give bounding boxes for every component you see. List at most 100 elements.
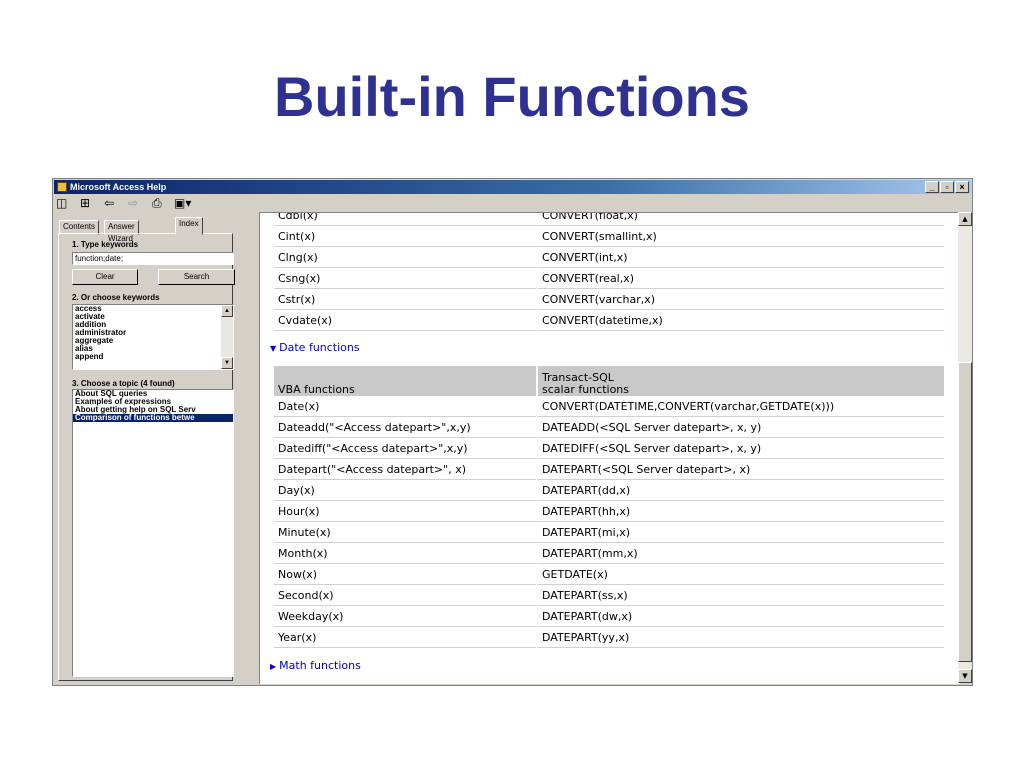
tsql-function-cell: DATEPART(mi,x)	[536, 522, 944, 543]
expanded-triangle-icon: ▼	[270, 344, 277, 353]
math-functions-link[interactable]: ▶ Math functions	[270, 659, 361, 672]
vba-function-cell: Datediff("<Access datepart>",x,y)	[274, 438, 536, 459]
table-row: Cvdate(x) CONVERT(datetime,x)	[274, 310, 944, 331]
conversion-table: Cdbl(x) CONVERT(float,x) Cint(x) CONVERT(sm…	[274, 213, 944, 331]
table-row: Hour(x) DATEPART(hh,x)	[274, 501, 944, 522]
vba-functions-header: VBA functions	[274, 366, 536, 396]
table-row: Weekday(x) DATEPART(dw,x)	[274, 606, 944, 627]
tsql-function-cell: DATEPART(hh,x)	[536, 501, 944, 522]
list-item[interactable]: Comparison of functions betwe	[73, 414, 233, 422]
keyword-list[interactable]: access activate addition administrator a…	[72, 304, 234, 370]
scroll-thumb[interactable]	[958, 362, 972, 662]
index-tab-panel: 1. Type keywords function;date; Clear Se…	[58, 233, 235, 681]
window-title: Microsoft Access Help	[70, 182, 167, 192]
tsql-function-cell: CONVERT(real,x)	[536, 268, 944, 289]
navigation-pane: Contents Answer Wizard Index 1. Type key…	[55, 213, 255, 683]
table-row: Cint(x) CONVERT(smallint,x)	[274, 226, 944, 247]
table-row: Clng(x) CONVERT(int,x)	[274, 247, 944, 268]
vba-function-cell: Cvdate(x)	[274, 310, 536, 331]
tsql-function-cell: CONVERT(DATETIME,CONVERT(varchar,GETDATE…	[536, 396, 944, 417]
tsql-function-cell: CONVERT(varchar,x)	[536, 289, 944, 310]
scroll-up-icon[interactable]: ▲	[221, 305, 233, 317]
vba-function-cell: Second(x)	[274, 585, 536, 606]
vba-function-cell: Cdbl(x)	[274, 213, 536, 226]
vba-function-cell: Date(x)	[274, 396, 536, 417]
content-scrollbar[interactable]: ▲ ▼	[958, 212, 972, 683]
table-row: Cdbl(x) CONVERT(float,x)	[274, 213, 944, 226]
choose-keywords-label: 2. Or choose keywords	[72, 293, 160, 302]
date-functions-link[interactable]: ▼ Date functions	[270, 341, 360, 354]
vba-function-cell: Dateadd("<Access datepart>",x,y)	[274, 417, 536, 438]
tsql-function-cell: DATEPART(dw,x)	[536, 606, 944, 627]
table-row: Cstr(x) CONVERT(varchar,x)	[274, 289, 944, 310]
keyword-list-scrollbar[interactable]: ▲ ▼	[221, 305, 233, 369]
vba-function-cell: Datepart("<Access datepart>", x)	[274, 459, 536, 480]
title-bar: Microsoft Access Help _ ▫ ×	[54, 180, 971, 194]
vba-function-cell: Cint(x)	[274, 226, 536, 247]
search-button[interactable]: Search	[158, 269, 235, 285]
table-row: Csng(x) CONVERT(real,x)	[274, 268, 944, 289]
vba-function-cell: Month(x)	[274, 543, 536, 564]
tsql-function-cell: DATEPART(dd,x)	[536, 480, 944, 501]
type-keywords-label: 1. Type keywords	[72, 240, 139, 249]
table-row: Year(x) DATEPART(yy,x)	[274, 627, 944, 648]
vba-function-cell: Cstr(x)	[274, 289, 536, 310]
vba-function-cell: Minute(x)	[274, 522, 536, 543]
close-button[interactable]: ×	[955, 181, 969, 193]
tsql-function-cell: CONVERT(smallint,x)	[536, 226, 944, 247]
slide-title: Built-in Functions	[274, 65, 750, 128]
restore-button[interactable]: ▫	[940, 181, 954, 193]
tsql-function-cell: DATEADD(<SQL Server datepart>, x, y)	[536, 417, 944, 438]
tsql-functions-header: Transact-SQL scalar functions	[536, 366, 944, 396]
print-icon[interactable]: ⎙	[152, 196, 162, 210]
options-menu-icon[interactable]: ▣▾	[174, 196, 191, 210]
minimize-button[interactable]: _	[925, 181, 939, 193]
list-item[interactable]: append	[73, 353, 233, 361]
options-icon[interactable]: ⊞	[80, 196, 90, 210]
help-app-icon	[57, 182, 67, 192]
tsql-function-cell: DATEPART(mm,x)	[536, 543, 944, 564]
vba-function-cell: Now(x)	[274, 564, 536, 585]
collapsed-triangle-icon: ▶	[270, 662, 277, 671]
show-hide-icon[interactable]: ◫	[56, 196, 67, 210]
date-functions-table: VBA functions Transact-SQL scalar functi…	[274, 366, 944, 648]
topic-list[interactable]: About SQL queries Examples of expression…	[72, 389, 234, 677]
tsql-function-cell: DATEPART(ss,x)	[536, 585, 944, 606]
scroll-down-icon[interactable]: ▼	[221, 357, 233, 369]
back-icon[interactable]: ⇦	[104, 196, 114, 210]
table-row: Now(x) GETDATE(x)	[274, 564, 944, 585]
table-row: Month(x) DATEPART(mm,x)	[274, 543, 944, 564]
vba-function-cell: Day(x)	[274, 480, 536, 501]
table-row: Minute(x) DATEPART(mi,x)	[274, 522, 944, 543]
table-row: Datepart("<Access datepart>", x) DATEPART…	[274, 459, 944, 480]
tsql-header-line2: scalar functions	[542, 383, 630, 396]
help-toolbar: ◫ ⊞ ⇦ ⇨ ⎙ ▣▾	[54, 194, 971, 212]
keyword-input[interactable]: function;date;	[72, 252, 234, 265]
access-help-window: Microsoft Access Help _ ▫ × ◫ ⊞ ⇦ ⇨ ⎙ ▣▾…	[52, 178, 973, 686]
tsql-function-cell: DATEPART(yy,x)	[536, 627, 944, 648]
tsql-function-cell: DATEDIFF(<SQL Server datepart>, x, y)	[536, 438, 944, 459]
topic-content: Cdbl(x) CONVERT(float,x) Cint(x) CONVERT(sm…	[259, 212, 960, 684]
tsql-function-cell: CONVERT(int,x)	[536, 247, 944, 268]
tab-index[interactable]: Index	[175, 217, 203, 235]
vba-function-cell: Year(x)	[274, 627, 536, 648]
choose-topic-label: 3. Choose a topic (4 found)	[72, 379, 175, 388]
clear-button[interactable]: Clear	[72, 269, 138, 285]
vba-function-cell: Hour(x)	[274, 501, 536, 522]
forward-icon[interactable]: ⇨	[128, 196, 138, 210]
list-item[interactable]: aggregate	[73, 337, 233, 345]
table-row: Datediff("<Access datepart>",x,y) DATEDIF…	[274, 438, 944, 459]
vba-function-cell: Weekday(x)	[274, 606, 536, 627]
vba-function-cell: Clng(x)	[274, 247, 536, 268]
date-functions-label: Date functions	[279, 341, 360, 354]
scroll-up-icon[interactable]: ▲	[958, 212, 972, 226]
scroll-down-icon[interactable]: ▼	[958, 669, 972, 683]
tsql-function-cell: GETDATE(x)	[536, 564, 944, 585]
tsql-function-cell: CONVERT(datetime,x)	[536, 310, 944, 331]
table-row: Dateadd("<Access datepart>",x,y) DATEADD(…	[274, 417, 944, 438]
tsql-function-cell: CONVERT(float,x)	[536, 213, 944, 226]
math-functions-label: Math functions	[279, 659, 361, 672]
table-row: Second(x) DATEPART(ss,x)	[274, 585, 944, 606]
table-row: Date(x) CONVERT(DATETIME,CONVERT(varchar,…	[274, 396, 944, 417]
pane-splitter[interactable]	[253, 213, 258, 683]
